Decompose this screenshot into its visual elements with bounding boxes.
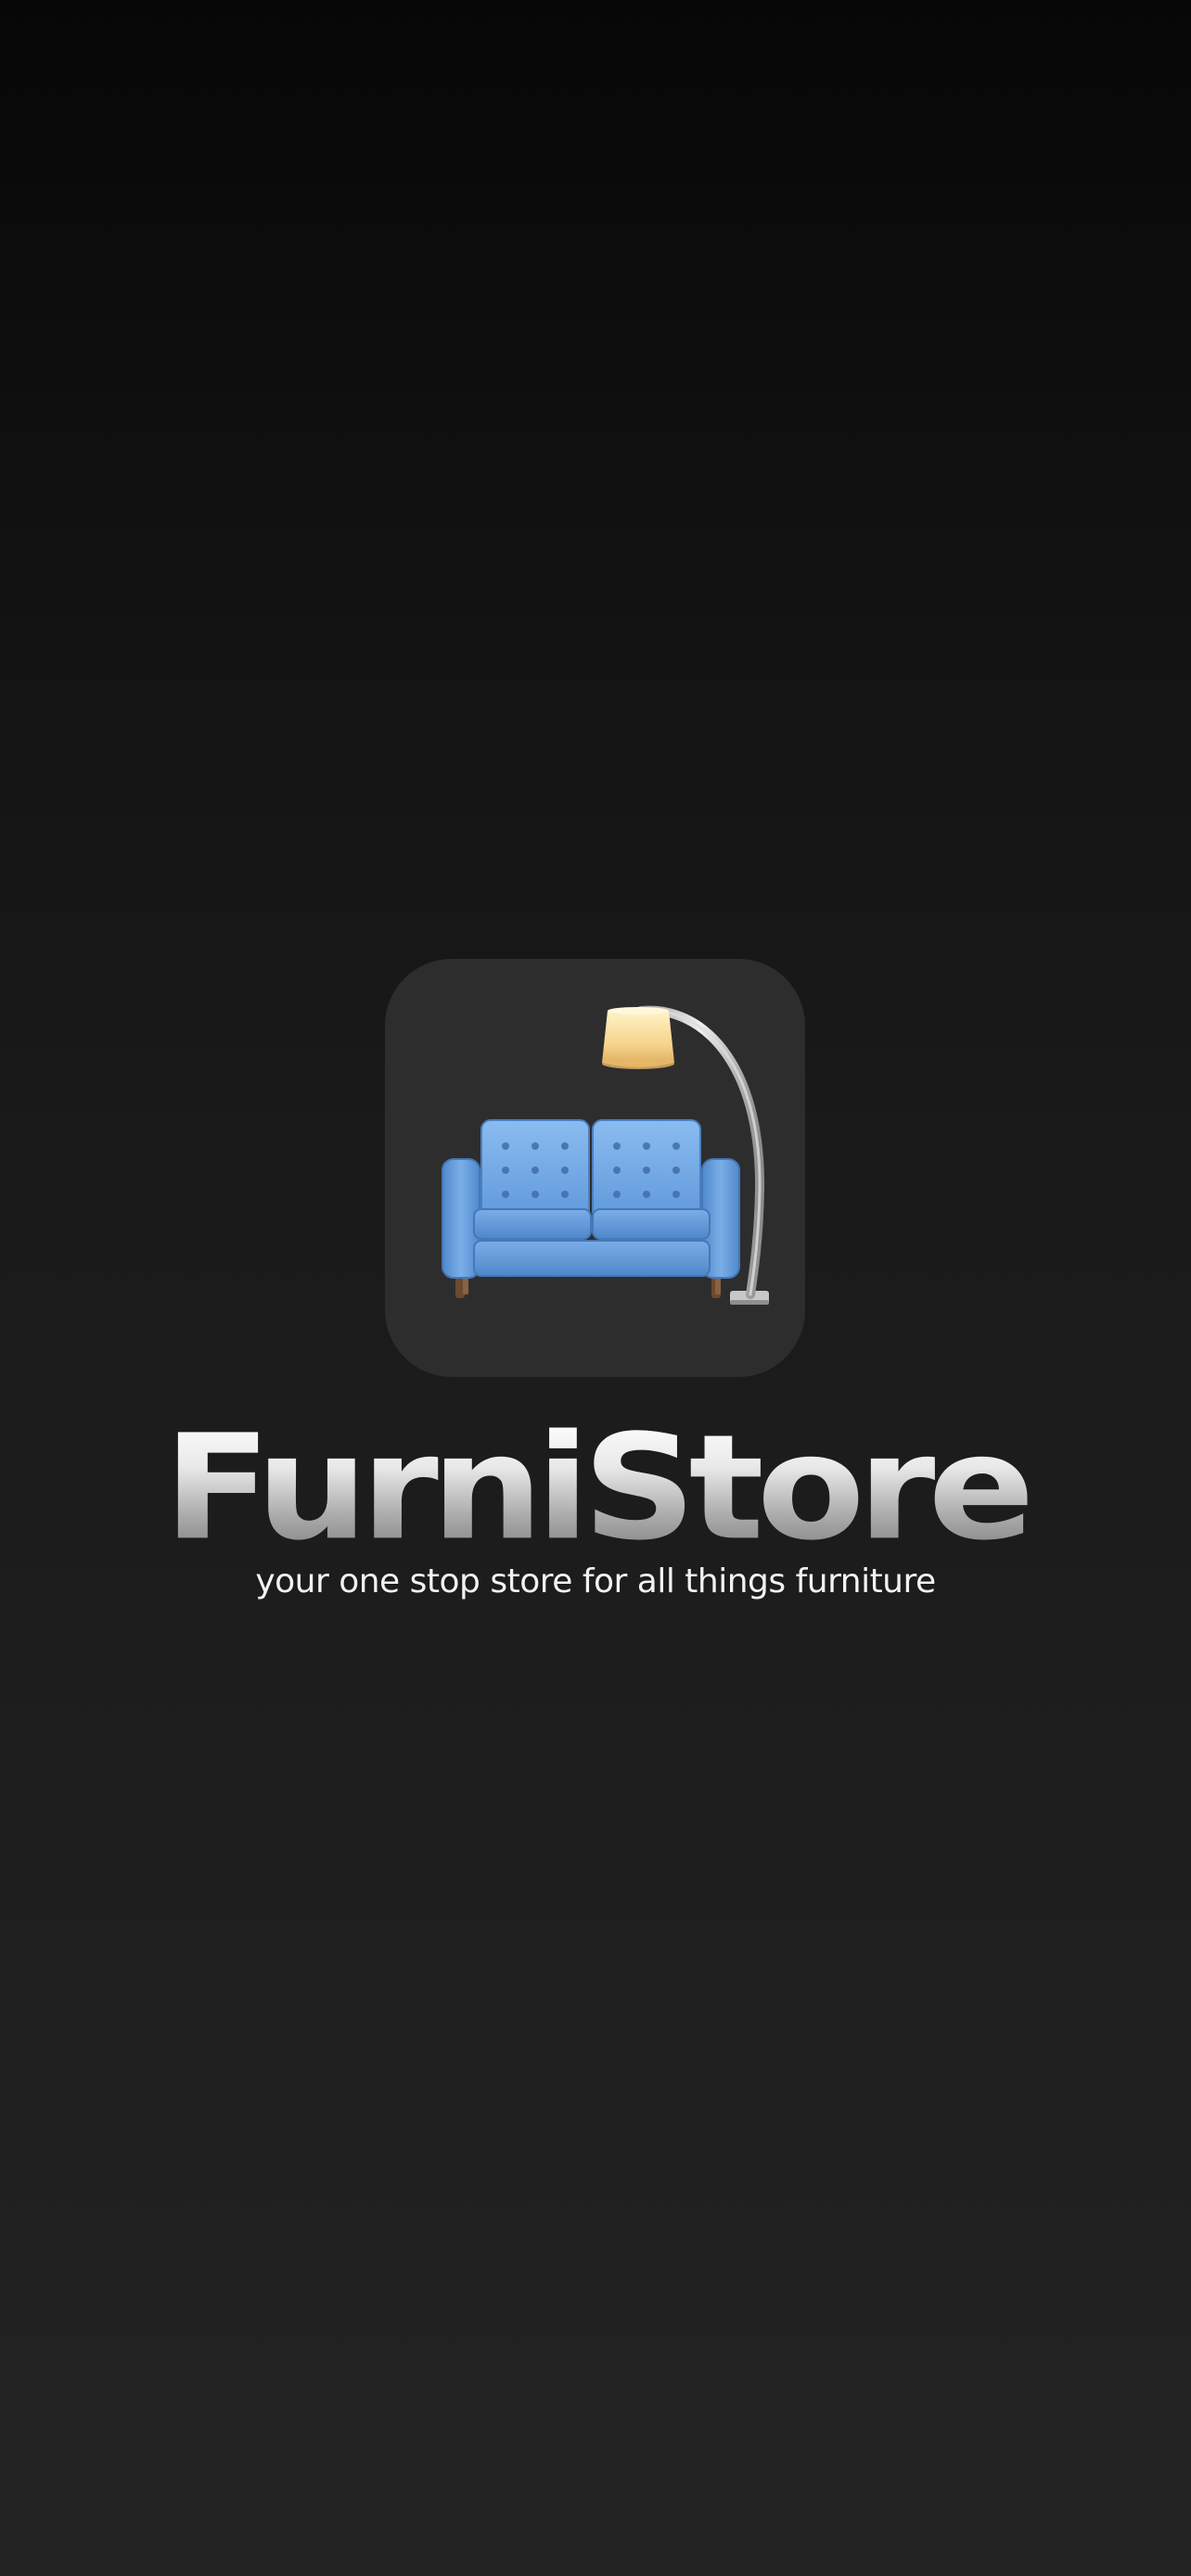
splash-screen: FurniStore your one stop store for all t… — [0, 0, 1191, 2576]
app-title: FurniStore — [0, 1416, 1191, 1561]
couch-and-lamp-icon — [442, 1005, 769, 1305]
app-tagline: your one stop store for all things furni… — [255, 1562, 936, 1600]
app-logo — [385, 959, 805, 1377]
